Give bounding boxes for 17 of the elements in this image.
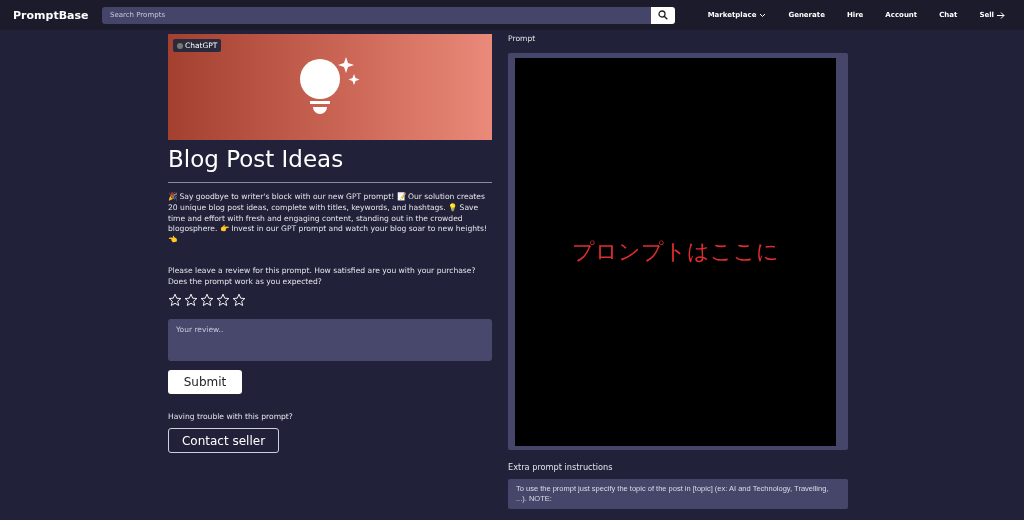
star-icon[interactable]	[184, 293, 198, 308]
extra-instructions-label: Extra prompt instructions	[508, 462, 614, 472]
product-title: Blog Post Ideas	[168, 146, 345, 172]
brand-name[interactable]: PromptBase	[13, 8, 89, 22]
arrow-right-icon	[997, 11, 1005, 19]
star-icon[interactable]	[232, 293, 246, 308]
contact-seller-button[interactable]: Contact seller	[168, 428, 279, 454]
submit-button[interactable]: Submit	[168, 370, 242, 395]
search-button[interactable]	[650, 6, 675, 24]
lightbulb-sparkle-icon	[298, 57, 362, 117]
star-icon[interactable]	[200, 293, 214, 308]
chevron-down-icon	[759, 12, 767, 18]
model-icon	[177, 42, 183, 49]
star-icon[interactable]	[216, 293, 230, 308]
star-icon[interactable]	[168, 293, 182, 308]
prompt-overlay-text: プロンプトはここに	[572, 238, 779, 266]
search-icon	[657, 10, 668, 20]
